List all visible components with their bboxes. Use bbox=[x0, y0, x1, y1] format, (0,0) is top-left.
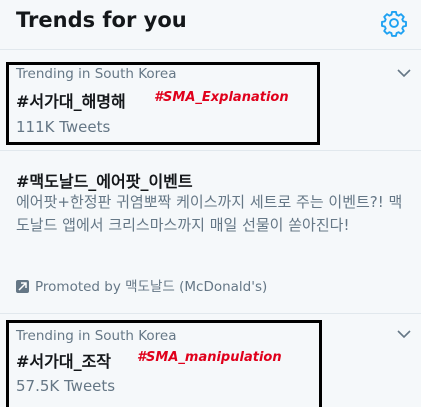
promoted-label: Promoted by 맥도날드 (McDonald's) bbox=[16, 275, 267, 295]
promoted-text: Promoted by 맥도날드 (McDonald's) bbox=[35, 279, 268, 295]
trends-header: Trends for you bbox=[0, 0, 421, 50]
chevron-down-icon[interactable] bbox=[396, 68, 412, 78]
highlight-box bbox=[6, 62, 320, 145]
promoted-description: 에어팟+한정판 귀염뽀짝 케이스까지 세트로 주는 이벤트?! 맥도날드 앱에서… bbox=[16, 193, 403, 234]
panel-title: Trends for you bbox=[16, 8, 187, 32]
trend-hashtag[interactable]: #맥도날드_에어팟_이벤트 bbox=[16, 168, 193, 192]
chevron-down-icon[interactable] bbox=[396, 329, 412, 339]
highlight-box bbox=[6, 320, 322, 407]
gear-icon[interactable] bbox=[380, 9, 408, 37]
trends-panel: Trends for you Trending in South Korea #… bbox=[0, 0, 421, 407]
trend-item-promoted[interactable]: #맥도날드_에어팟_이벤트 에어팟+한정판 귀염뽀짝 케이스까지 세트로 주는 … bbox=[0, 151, 421, 314]
promoted-icon bbox=[16, 280, 29, 293]
